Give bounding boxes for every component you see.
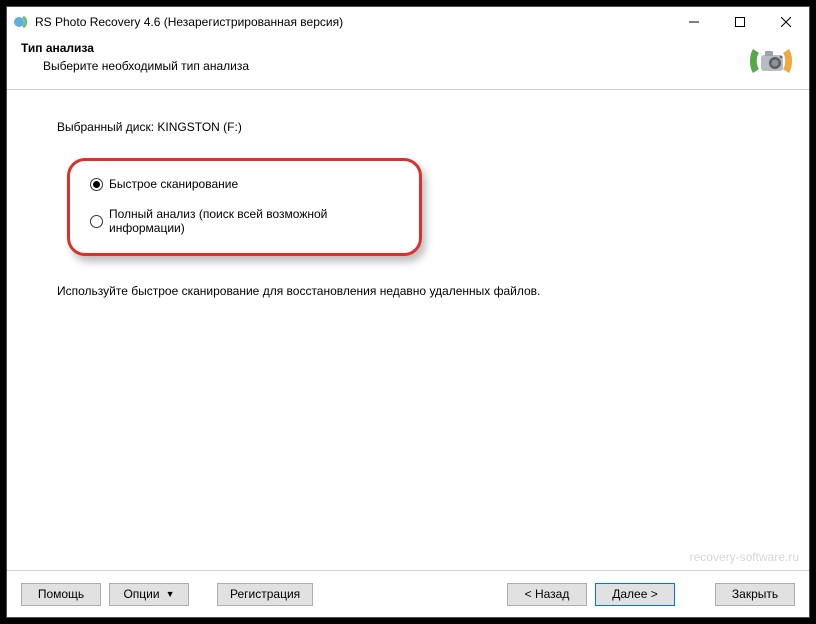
radio-fast-scan[interactable]: Быстрое сканирование [90, 177, 399, 191]
titlebar: RS Photo Recovery 4.6 (Незарегистрирован… [7, 7, 809, 37]
scan-options-highlight: Быстрое сканирование Полный анализ (поис… [67, 158, 422, 256]
maximize-button[interactable] [717, 7, 763, 37]
selected-disk-label: Выбранный диск: KINGSTON (F:) [57, 120, 759, 134]
options-button[interactable]: Опции ▼ [109, 583, 189, 606]
header-icon [747, 41, 795, 81]
radio-icon [90, 215, 103, 228]
hint-text: Используйте быстрое сканирование для вос… [57, 284, 759, 298]
radio-icon [90, 178, 103, 191]
watermark: recovery-software.ru [690, 550, 799, 564]
wizard-header: Тип анализа Выберите необходимый тип ана… [7, 37, 809, 89]
close-button[interactable] [763, 7, 809, 37]
wizard-content: Выбранный диск: KINGSTON (F:) Быстрое ск… [7, 90, 809, 570]
window-controls [671, 7, 809, 37]
help-button[interactable]: Помощь [21, 583, 101, 606]
register-button[interactable]: Регистрация [217, 583, 313, 606]
page-title: Тип анализа [21, 41, 747, 55]
window-title: RS Photo Recovery 4.6 (Незарегистрирован… [35, 15, 671, 29]
chevron-down-icon: ▼ [166, 589, 175, 599]
back-button[interactable]: < Назад [507, 583, 587, 606]
minimize-button[interactable] [671, 7, 717, 37]
app-icon [13, 14, 29, 30]
app-window: RS Photo Recovery 4.6 (Незарегистрирован… [6, 6, 810, 618]
close-wizard-button[interactable]: Закрыть [715, 583, 795, 606]
wizard-footer: Помощь Опции ▼ Регистрация < Назад Далее… [7, 571, 809, 617]
radio-full-scan-label: Полный анализ (поиск всей возможной инфо… [109, 207, 399, 235]
next-button[interactable]: Далее > [595, 583, 675, 606]
radio-fast-scan-label: Быстрое сканирование [109, 177, 238, 191]
page-subtitle: Выберите необходимый тип анализа [43, 59, 747, 73]
radio-full-scan[interactable]: Полный анализ (поиск всей возможной инфо… [90, 207, 399, 235]
